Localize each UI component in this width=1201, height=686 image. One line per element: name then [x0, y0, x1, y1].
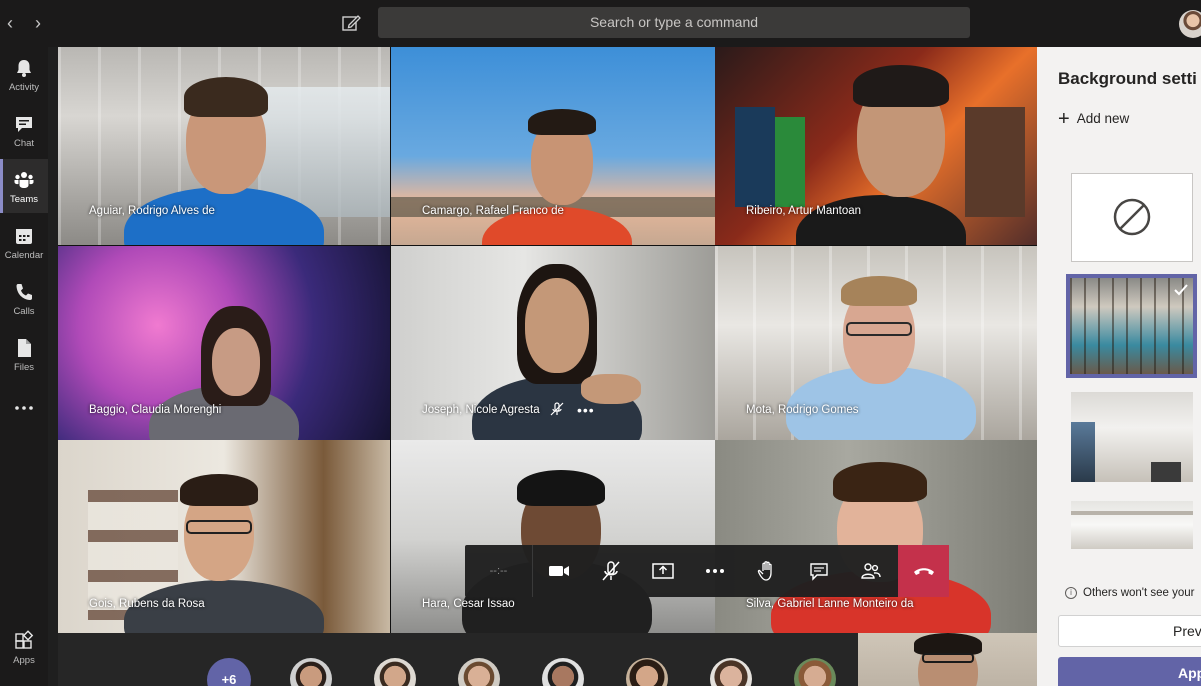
rail-item-label: Chat — [13, 138, 35, 149]
background-option[interactable] — [1071, 501, 1193, 549]
participant-tile[interactable]: Camargo, Rafael Franco de — [391, 47, 723, 245]
avatar[interactable] — [1179, 10, 1201, 38]
panel-title: Background setti — [1058, 69, 1197, 88]
checkmark-icon — [1174, 284, 1188, 296]
compose-icon[interactable] — [340, 12, 362, 34]
participant-name: Camargo, Rafael Franco de — [422, 205, 564, 217]
participant-name: Hara, Cesar Issao — [422, 598, 515, 610]
rail-item-label: Apps — [13, 655, 35, 666]
background-option[interactable] — [1071, 392, 1193, 482]
preview-button[interactable]: Prev — [1058, 615, 1201, 647]
hang-up-button[interactable] — [898, 545, 949, 597]
hang-up-icon — [913, 568, 934, 575]
share-screen-button[interactable] — [637, 545, 689, 597]
raise-hand-icon — [757, 561, 772, 581]
participant-tile[interactable]: Ribeiro, Artur Mantoan — [715, 47, 1047, 245]
plus-icon: + — [1058, 107, 1070, 130]
participants-button[interactable] — [845, 545, 897, 597]
rail-item-files[interactable]: Files — [0, 327, 48, 381]
participant-tile[interactable]: Hara, Cesar Issao — [391, 440, 723, 638]
participant-more-button[interactable]: ••• — [577, 402, 595, 418]
participant-name: Ribeiro, Artur Mantoan — [746, 205, 862, 217]
self-view-video[interactable] — [858, 633, 1037, 686]
background-settings-panel: Background setti + Add new i Others won'… — [1037, 47, 1201, 686]
rail-item-calendar[interactable]: Calendar — [0, 215, 48, 269]
calendar-icon — [16, 229, 32, 244]
chevron-right-icon[interactable]: › — [28, 13, 48, 33]
chevron-left-icon[interactable]: ‹ — [0, 13, 20, 33]
file-icon — [18, 339, 31, 357]
add-new-button[interactable]: + Add new — [1058, 107, 1130, 130]
call-timer: --:-- — [465, 545, 533, 597]
call-controls: --:-- — [465, 545, 949, 597]
participant-name: Gois, Rubens da Rosa — [89, 598, 205, 610]
mic-off-icon — [550, 402, 564, 416]
mic-off-icon — [602, 561, 620, 581]
participant-tile[interactable]: Joseph, Nicole Agresta ••• — [391, 246, 723, 444]
more-actions-button[interactable] — [689, 545, 741, 597]
rail-item-chat[interactable]: Chat — [0, 103, 48, 157]
share-screen-icon — [652, 563, 674, 579]
info-icon: i — [1065, 587, 1077, 599]
participant-name: Baggio, Claudia Morenghi — [89, 404, 222, 416]
camera-button[interactable] — [533, 545, 585, 597]
rail-more-button[interactable] — [0, 387, 48, 427]
raise-hand-button[interactable] — [741, 545, 793, 597]
rail-item-label: Calls — [13, 306, 35, 317]
background-option-none[interactable] — [1071, 173, 1193, 262]
participant-name: Mota, Rodrigo Gomes — [746, 404, 859, 416]
no-background-icon — [1113, 198, 1151, 236]
participant-tile[interactable]: Mota, Rodrigo Gomes — [715, 246, 1047, 444]
participant-name: Silva, Gabriel Lanne Monteiro da — [746, 598, 914, 610]
more-icon — [706, 569, 724, 573]
mic-button[interactable] — [585, 545, 637, 597]
search-input[interactable]: Search or type a command — [378, 7, 970, 38]
participant-tile[interactable]: Gois, Rubens da Rosa — [58, 440, 390, 638]
notice-text: Others won't see your — [1083, 587, 1195, 599]
visibility-notice: i Others won't see your — [1065, 587, 1195, 599]
app-rail: Activity Chat Teams Calendar Calls Files… — [0, 47, 48, 686]
rail-item-label: Calendar — [4, 250, 44, 261]
background-option-selected[interactable] — [1066, 274, 1197, 378]
chat-button[interactable] — [793, 545, 845, 597]
apply-button[interactable]: App — [1058, 657, 1201, 686]
rail-item-calls[interactable]: Calls — [0, 271, 48, 325]
participant-tile[interactable]: Baggio, Claudia Morenghi — [58, 246, 390, 444]
phone-icon — [16, 284, 32, 300]
rail-item-teams[interactable]: Teams — [0, 159, 48, 213]
participant-tile[interactable]: Silva, Gabriel Lanne Monteiro da — [715, 440, 1047, 638]
add-new-label: Add new — [1076, 111, 1130, 126]
teams-icon — [14, 172, 34, 188]
chat-icon — [810, 563, 828, 581]
rail-item-label: Files — [13, 362, 35, 373]
rail-item-apps[interactable]: Apps — [0, 620, 48, 674]
more-icon — [15, 406, 33, 410]
teams-window: ‹ › Search or type a command Activity Ch… — [0, 0, 1201, 686]
rail-item-label: Teams — [10, 194, 38, 205]
top-bar: ‹ › Search or type a command — [0, 0, 1201, 47]
chat-icon — [16, 117, 32, 132]
bell-icon — [17, 60, 31, 77]
participant-name: Joseph, Nicole Agresta — [422, 404, 540, 416]
participants-icon — [861, 563, 881, 579]
apps-icon — [15, 630, 34, 649]
rail-item-label: Activity — [8, 82, 40, 93]
participant-tile[interactable]: Aguiar, Rodrigo Alves de — [58, 47, 390, 245]
rail-item-activity[interactable]: Activity — [0, 47, 48, 101]
participant-name: Aguiar, Rodrigo Alves de — [89, 205, 215, 217]
camera-icon — [549, 566, 569, 576]
